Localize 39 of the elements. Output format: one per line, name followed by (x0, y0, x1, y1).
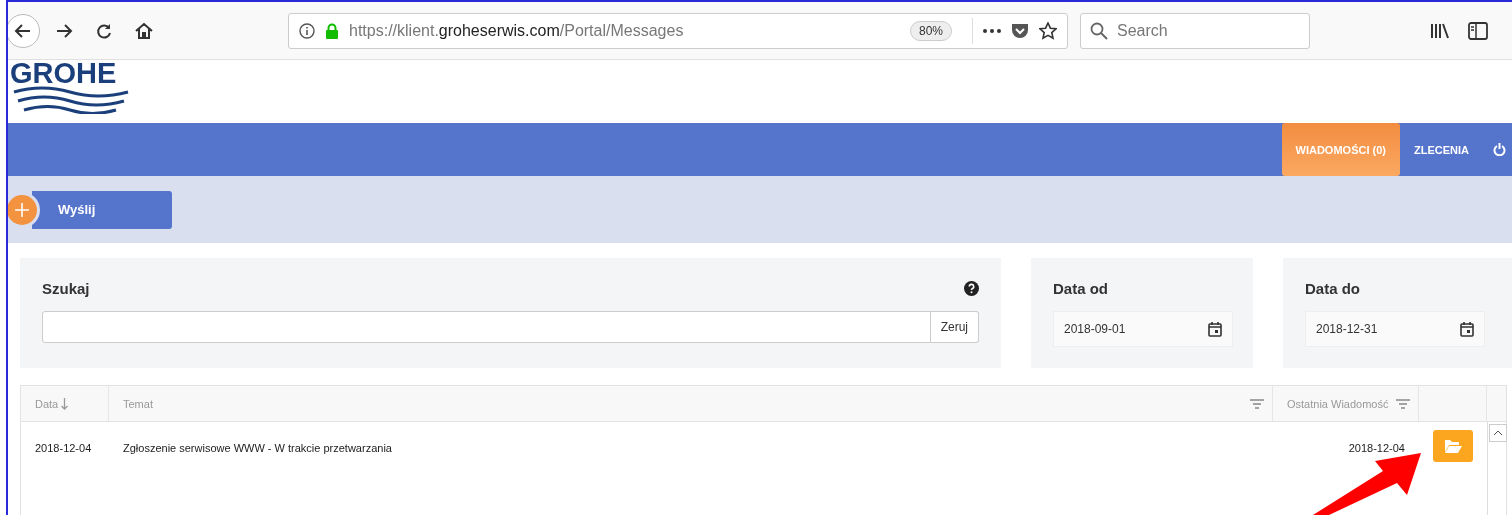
info-icon[interactable] (299, 22, 315, 39)
pocket-icon[interactable] (1011, 22, 1029, 39)
search-input[interactable] (42, 311, 931, 343)
scroll-up-icon[interactable] (1493, 430, 1503, 436)
calendar-icon[interactable] (1208, 321, 1222, 337)
star-icon[interactable] (1039, 21, 1057, 40)
home-icon (134, 20, 154, 41)
plus-icon (14, 201, 30, 218)
scrollbar[interactable] (1487, 422, 1508, 515)
folder-icon (1444, 439, 1462, 453)
zoom-indicator[interactable]: 80% (909, 20, 952, 41)
logo-text: GROHE (10, 60, 118, 86)
library-icon[interactable] (1430, 22, 1450, 39)
url-text: https://klient.groheserwis.com/Portal/Messages (349, 21, 685, 40)
reset-button[interactable]: Zeruj (930, 311, 979, 343)
field-label: Szukaj (42, 280, 90, 297)
table-cell: 2018-12-04 (35, 442, 92, 454)
send-button[interactable]: Wyślij (32, 190, 172, 229)
field-label: Data od (1053, 280, 1109, 297)
search-field[interactable]: Search (1080, 12, 1310, 49)
date-field[interactable]: 2018-12-31 (1305, 311, 1485, 347)
column-header[interactable]: Ostatnia Wiadomość (1287, 397, 1389, 410)
more-icon[interactable] (983, 28, 1001, 33)
table-cell: 2018-12-04 (1348, 442, 1405, 454)
table-cell: Zgłoszenie serwisowe WWW - W trakcie przetwarzania (123, 442, 392, 454)
column-header[interactable]: Temat (123, 397, 153, 410)
sort-arrow-icon (61, 397, 69, 410)
column-header[interactable]: Data (35, 397, 59, 410)
address-bar[interactable]: https://klient.groheserwis.com/Portal/Messages 80% (288, 12, 1068, 49)
sidebar-icon[interactable] (1468, 21, 1488, 40)
field-label: Data do (1305, 280, 1361, 297)
help-icon[interactable] (964, 281, 979, 296)
calendar-icon[interactable] (1460, 321, 1474, 337)
power-icon[interactable] (1493, 143, 1506, 156)
lock-icon (325, 22, 339, 39)
search-icon (1090, 21, 1108, 40)
date-field[interactable]: 2018-09-01 (1053, 311, 1233, 347)
back-button[interactable] (8, 13, 40, 48)
nav-tab[interactable]: ZLECENIA (1400, 123, 1483, 176)
